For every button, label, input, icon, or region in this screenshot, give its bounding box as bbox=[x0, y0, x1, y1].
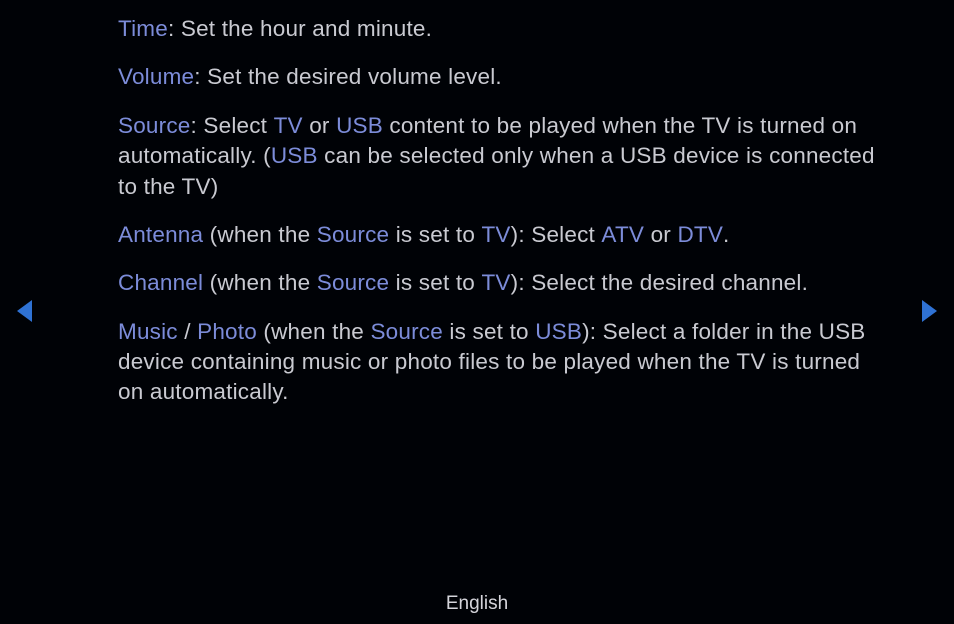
label-volume: Volume bbox=[118, 64, 194, 89]
item-source: Source: Select TV or USB content to be p… bbox=[118, 111, 888, 202]
item-time: Time: Set the hour and minute. bbox=[118, 14, 888, 44]
next-page-arrow[interactable] bbox=[922, 300, 937, 322]
previous-page-arrow[interactable] bbox=[17, 300, 32, 322]
item-antenna: Antenna (when the Source is set to TV): … bbox=[118, 220, 888, 250]
keyword-tv: TV bbox=[481, 270, 510, 295]
keyword-atv: ATV bbox=[601, 222, 644, 247]
keyword-source: Source bbox=[370, 319, 443, 344]
label-photo: Photo bbox=[197, 319, 257, 344]
label-antenna: Antenna bbox=[118, 222, 203, 247]
desc-time: : Set the hour and minute. bbox=[168, 16, 432, 41]
keyword-source: Source bbox=[317, 222, 390, 247]
desc-volume: : Set the desired volume level. bbox=[194, 64, 502, 89]
keyword-tv: TV bbox=[274, 113, 303, 138]
label-channel: Channel bbox=[118, 270, 203, 295]
label-music: Music bbox=[118, 319, 178, 344]
keyword-usb: USB bbox=[271, 143, 318, 168]
label-time: Time bbox=[118, 16, 168, 41]
keyword-dtv: DTV bbox=[677, 222, 723, 247]
item-volume: Volume: Set the desired volume level. bbox=[118, 62, 888, 92]
keyword-usb: USB bbox=[336, 113, 383, 138]
footer-language: English bbox=[0, 593, 954, 615]
label-source: Source bbox=[118, 113, 191, 138]
keyword-source: Source bbox=[317, 270, 390, 295]
help-content: Time: Set the hour and minute. Volume: S… bbox=[118, 14, 888, 426]
keyword-usb: USB bbox=[535, 319, 582, 344]
keyword-tv: TV bbox=[481, 222, 510, 247]
item-channel: Channel (when the Source is set to TV): … bbox=[118, 268, 888, 298]
item-music-photo: Music / Photo (when the Source is set to… bbox=[118, 317, 888, 408]
